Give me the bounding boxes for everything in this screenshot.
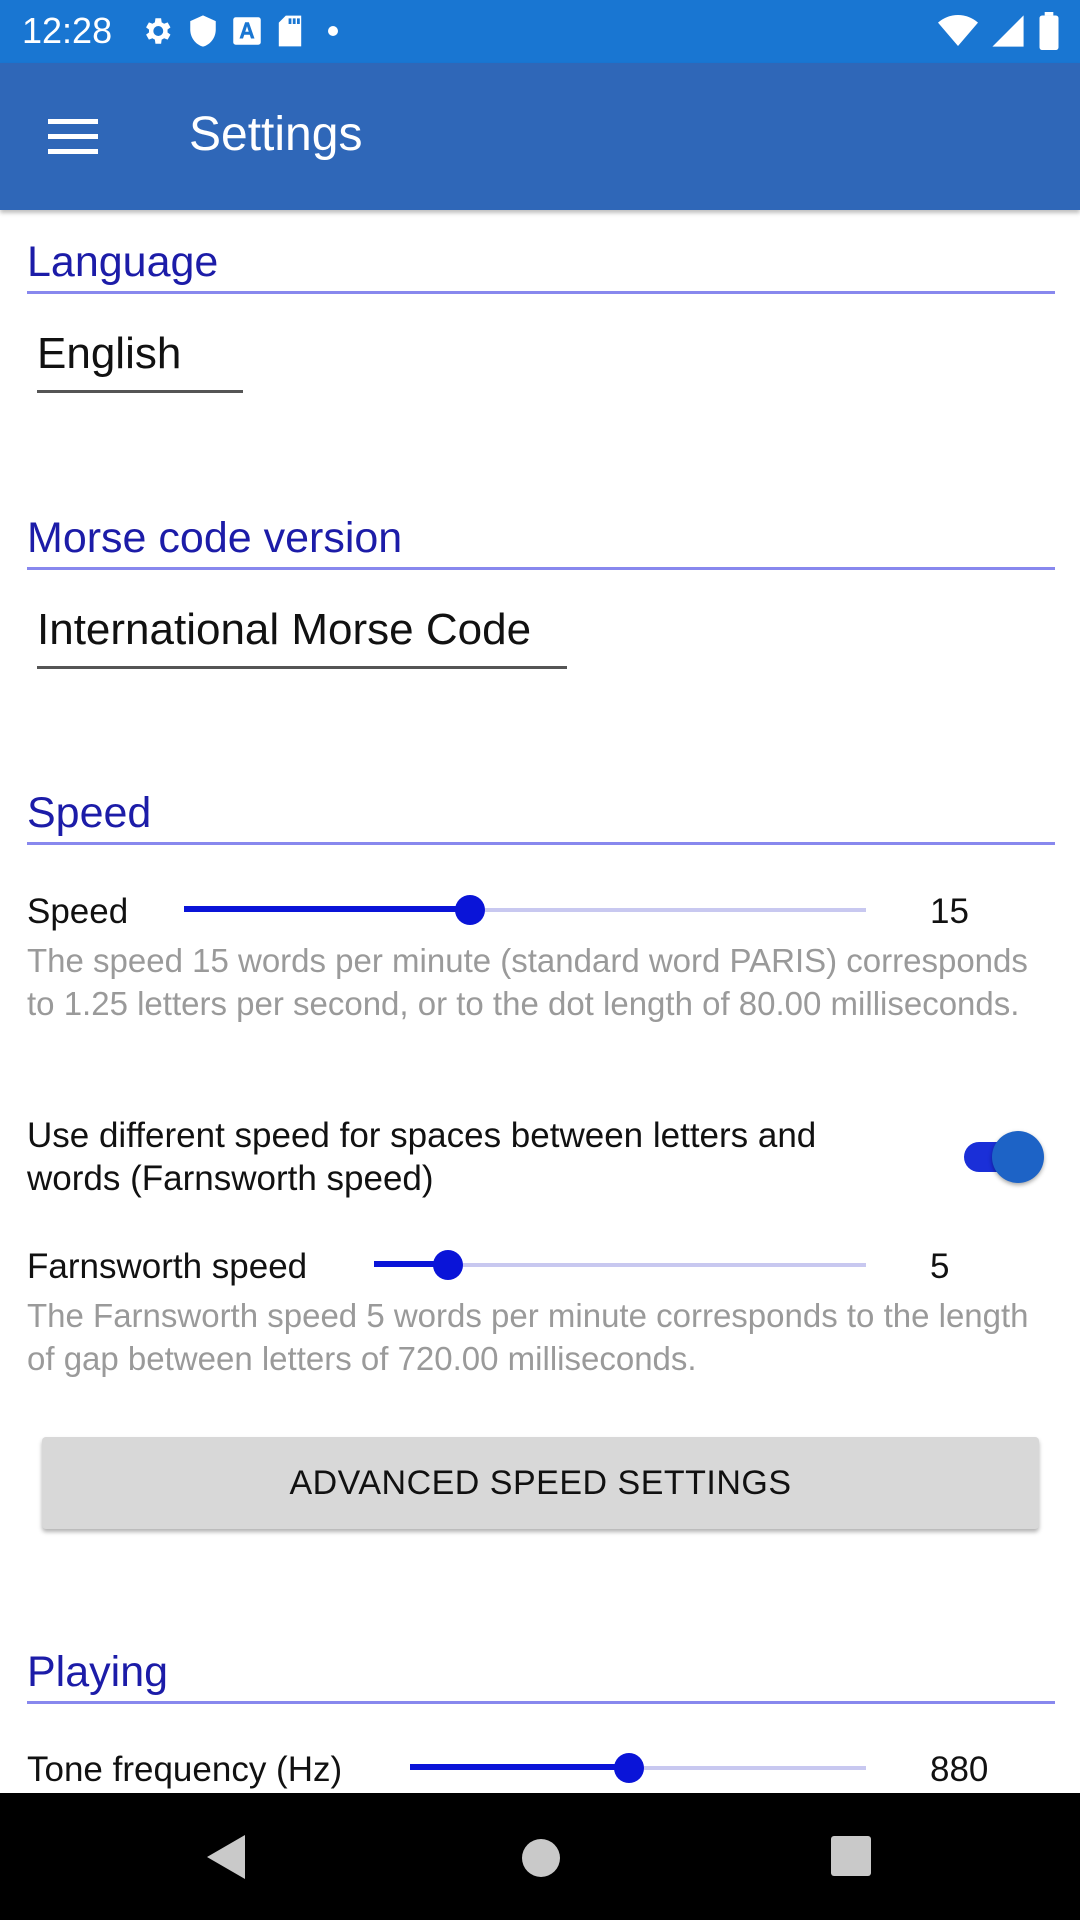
section-title-language: Language <box>27 236 1055 294</box>
wifi-icon <box>938 15 978 46</box>
font-a-icon <box>233 17 261 45</box>
section-title-playing: Playing <box>27 1646 1055 1704</box>
speed-value: 15 <box>930 892 969 931</box>
speed-label: Speed <box>27 892 129 931</box>
tone-frequency-value: 880 <box>930 1750 989 1789</box>
dot-icon <box>328 26 338 36</box>
recent-apps-icon[interactable] <box>831 1836 871 1876</box>
status-icons-left <box>140 11 348 51</box>
farnsworth-slider[interactable] <box>374 1245 866 1285</box>
tone-frequency-label: Tone frequency (Hz) <box>27 1750 343 1789</box>
home-icon[interactable] <box>521 1838 561 1878</box>
tone-frequency-slider[interactable] <box>410 1748 866 1788</box>
farnsworth-description: The Farnsworth speed 5 words per minute … <box>27 1297 1029 1377</box>
farnsworth-toggle-label: Use different speed for spaces between l… <box>27 1116 817 1198</box>
gear-icon <box>146 18 171 44</box>
farnsworth-toggle[interactable] <box>962 1128 1048 1184</box>
app-bar: Settings <box>0 63 1080 210</box>
back-icon[interactable] <box>205 1833 249 1881</box>
speed-slider-thumb[interactable] <box>455 895 486 925</box>
farnsworth-label: Farnsworth speed <box>27 1247 308 1286</box>
language-dropdown[interactable]: English <box>37 327 243 393</box>
farnsworth-slider-thumb[interactable] <box>432 1250 463 1280</box>
advanced-speed-settings-button[interactable]: ADVANCED SPEED SETTINGS <box>42 1437 1039 1529</box>
status-icons-right <box>938 11 1060 51</box>
sd-card-icon <box>278 15 302 47</box>
hamburger-menu-icon[interactable] <box>34 107 106 167</box>
signal-icon <box>992 15 1024 47</box>
section-title-morse-version: Morse code version <box>27 512 1055 570</box>
speed-slider[interactable] <box>184 890 866 930</box>
status-bar: 12:28 <box>0 0 1080 63</box>
shield-icon <box>190 15 216 47</box>
morse-version-dropdown[interactable]: International Morse Code <box>37 603 567 669</box>
status-time: 12:28 <box>22 10 113 51</box>
page-title: Settings <box>189 108 363 161</box>
section-title-speed: Speed <box>27 787 1055 845</box>
speed-description: The speed 15 words per minute (standard … <box>27 942 1028 1022</box>
battery-icon <box>1039 12 1059 50</box>
farnsworth-value: 5 <box>930 1247 950 1286</box>
tone-frequency-slider-thumb[interactable] <box>613 1753 644 1783</box>
